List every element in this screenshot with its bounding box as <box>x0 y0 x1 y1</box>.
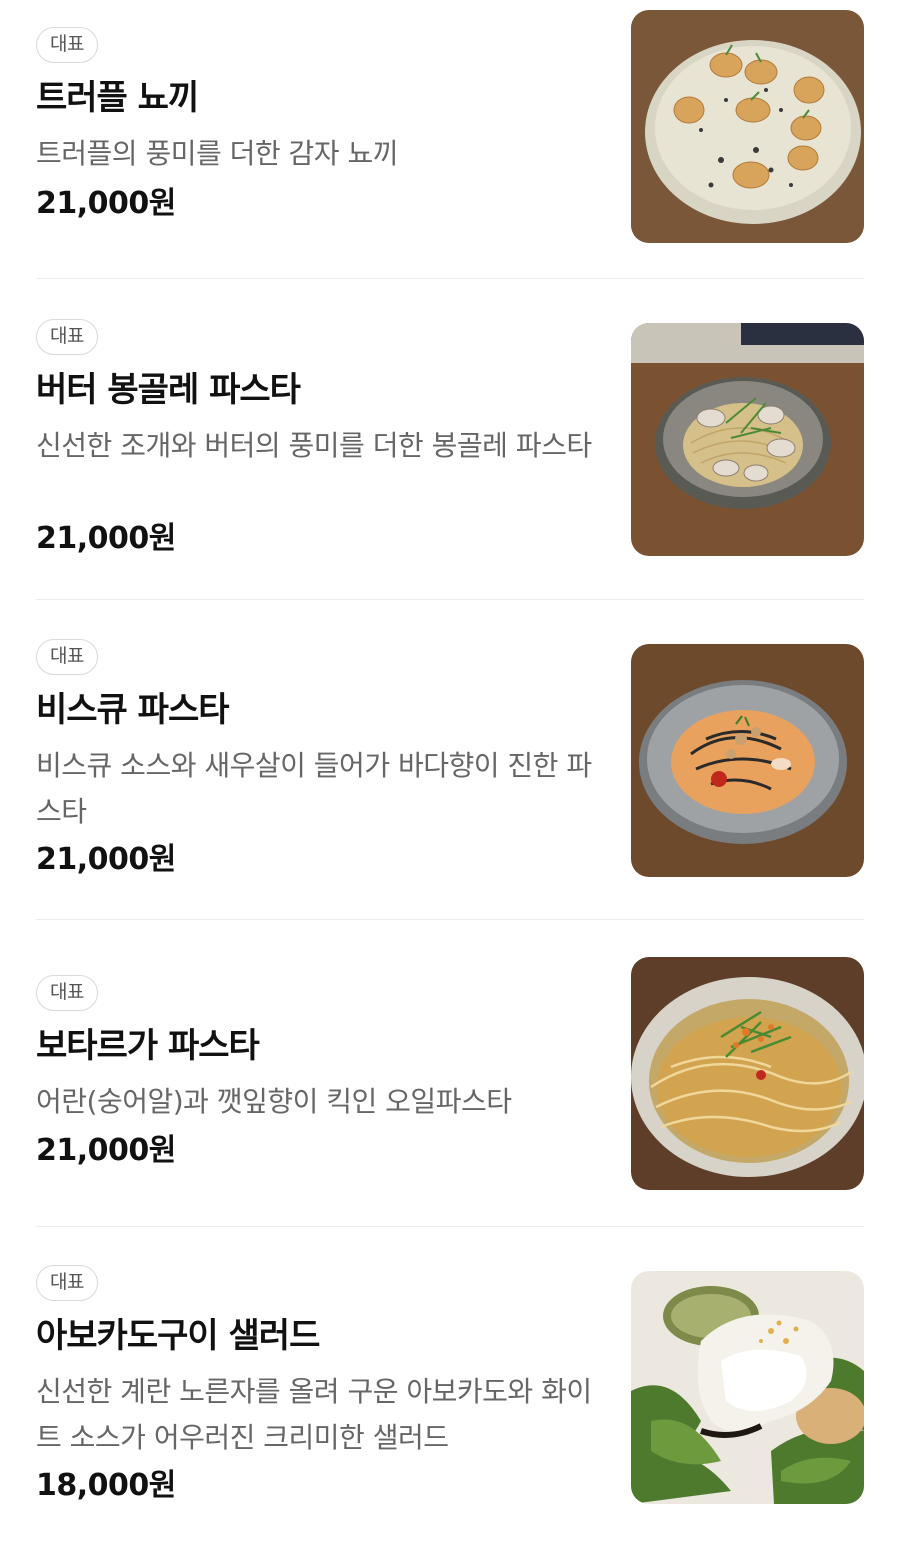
menu-item-price: 21,000원 <box>36 521 176 556</box>
menu-item-photo[interactable] <box>631 957 864 1190</box>
menu-item-description: 트러플의 풍미를 더한 감자 뇨끼 <box>36 137 398 170</box>
menu-item-bottarga-pasta[interactable]: 대표 보타르가 파스타 어란(숭어알)과 깻잎향이 킥인 오일파스타 21,00… <box>36 920 864 1226</box>
menu-item-price: 21,000원 <box>36 1133 176 1168</box>
menu-item-price: 18,000원 <box>36 1468 176 1503</box>
menu-item-name: 비스큐 파스타 <box>36 690 230 730</box>
menu-item-price: 21,000원 <box>36 186 176 221</box>
menu-item-grilled-avocado-salad[interactable]: 대표 아보카도구이 샐러드 신선한 계란 노른자를 올려 구운 아보카도와 화이… <box>36 1227 864 1543</box>
menu-item-butter-vongole-pasta[interactable]: 대표 버터 봉골레 파스타 신선한 조개와 버터의 풍미를 더한 봉골레 파스타… <box>36 279 864 599</box>
menu-item-name: 보타르가 파스타 <box>36 1026 260 1066</box>
menu-item-name: 버터 봉골레 파스타 <box>36 370 301 410</box>
signature-badge: 대표 <box>36 27 98 63</box>
menu-item-description: 신선한 계란 노른자를 올려 구운 아보카도와 화이트 소스가 어우러진 크리미… <box>36 1375 592 1454</box>
menu-item-bisque-pasta[interactable]: 대표 비스큐 파스타 비스큐 소스와 새우살이 들어가 바다향이 진한 파스타 … <box>36 600 864 920</box>
signature-badge: 대표 <box>36 1265 98 1301</box>
menu-item-truffle-gnocchi[interactable]: 대표 트러플 뇨끼 트러플의 풍미를 더한 감자 뇨끼 21,000원 <box>36 0 864 278</box>
signature-badge: 대표 <box>36 639 98 675</box>
menu-item-name: 트러플 뇨끼 <box>36 78 199 118</box>
menu-item-photo[interactable] <box>631 323 864 556</box>
menu-item-description: 비스큐 소스와 새우살이 들어가 바다향이 진한 파스타 <box>36 749 592 828</box>
signature-badge: 대표 <box>36 319 98 355</box>
menu-item-photo[interactable] <box>631 1271 864 1504</box>
food-photo-gnocchi <box>631 10 864 243</box>
menu-item-name: 아보카도구이 샐러드 <box>36 1316 320 1356</box>
food-photo-bottarga <box>631 957 864 1190</box>
signature-badge: 대표 <box>36 975 98 1011</box>
menu-item-description: 신선한 조개와 버터의 풍미를 더한 봉골레 파스타 <box>36 429 592 462</box>
food-photo-avocado-salad <box>631 1271 864 1504</box>
menu-item-description: 어란(숭어알)과 깻잎향이 킥인 오일파스타 <box>36 1085 512 1118</box>
menu-item-photo[interactable] <box>631 644 864 877</box>
food-photo-vongole <box>631 323 864 556</box>
food-photo-bisque <box>631 644 864 877</box>
menu-item-price: 21,000원 <box>36 842 176 877</box>
menu-item-photo[interactable] <box>631 10 864 243</box>
